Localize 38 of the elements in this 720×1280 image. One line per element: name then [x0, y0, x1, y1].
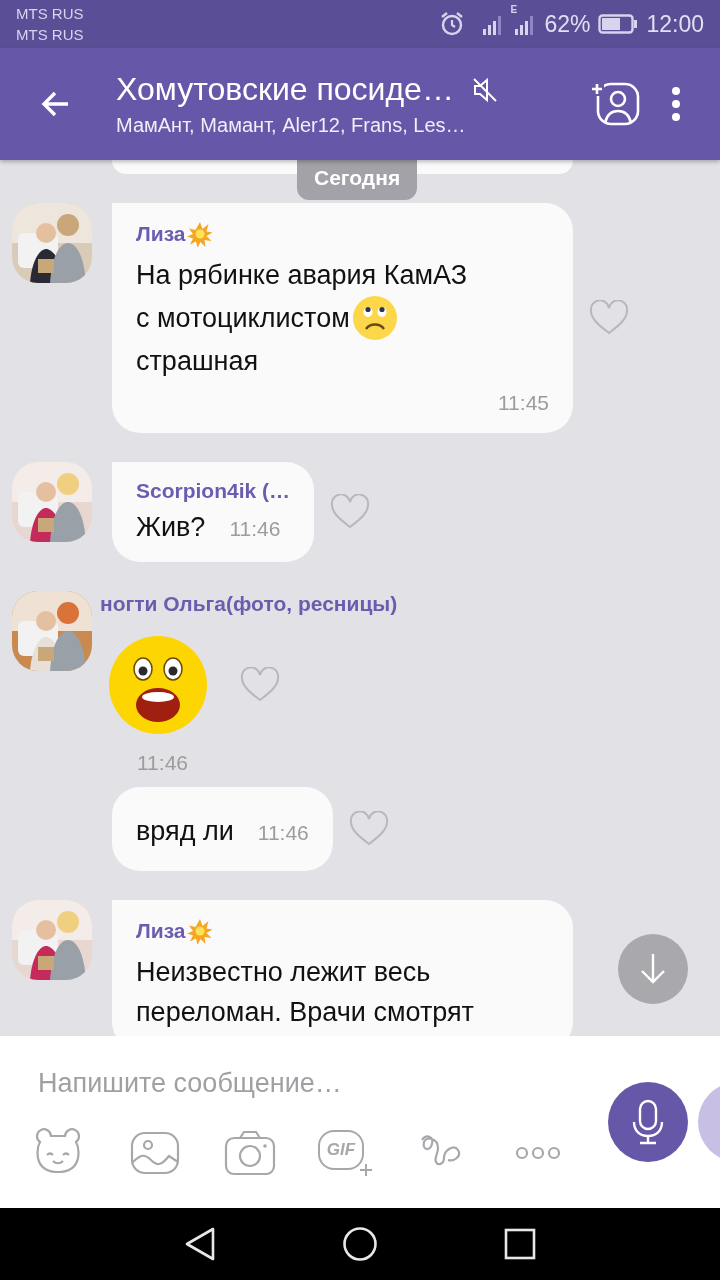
more-icon[interactable]: [515, 1146, 561, 1160]
battery-icon: [598, 13, 639, 35]
carrier-name: MTS RUS: [16, 4, 84, 24]
sender-name: Scorpion4ik (…: [136, 479, 291, 503]
microphone-icon[interactable]: [630, 1098, 666, 1146]
message-text: переломан. Врачи смотрят: [136, 996, 474, 1029]
more-options-button[interactable]: [670, 86, 682, 122]
add-participant-button[interactable]: [590, 80, 642, 128]
message-text: Жив?: [136, 511, 206, 544]
message-text: вряд ли: [136, 815, 234, 848]
recent-apps-button[interactable]: [502, 1226, 538, 1262]
chat-title: Хомутовские посиде…: [116, 71, 454, 108]
home-button[interactable]: [342, 1226, 378, 1262]
carrier-name: MTS RUS: [16, 25, 84, 45]
message-time: 11:46: [137, 751, 189, 775]
message-text: с мотоциклистом: [136, 302, 350, 335]
sender-name: Лиза: [136, 222, 186, 246]
heart-icon[interactable]: [589, 300, 629, 336]
network-type: E: [510, 4, 518, 15]
down-arrow-icon[interactable]: [638, 952, 668, 986]
message-time: 11:46: [229, 517, 281, 541]
message-time: 11:45: [498, 391, 549, 415]
sender-name: ногти Ольга(фото, ресницы): [100, 592, 398, 616]
heart-icon[interactable]: [330, 494, 371, 530]
date-label: Сегодня: [297, 160, 418, 200]
heart-icon[interactable]: [348, 811, 389, 847]
battery-percent: 62%: [544, 10, 591, 38]
chat-members: МамАнт, Мамант, Aler12, Frans, Les…: [116, 114, 467, 137]
heart-icon[interactable]: [240, 667, 280, 703]
message-text: Неизвестно лежит весь: [136, 956, 431, 989]
sender-name: Лиза: [136, 919, 186, 943]
camera-button[interactable]: [222, 1128, 278, 1178]
message-time: 11:46: [257, 821, 309, 845]
message-input[interactable]: Напишите сообщение…: [30, 1062, 526, 1104]
shocked-face-icon: [108, 635, 208, 735]
message-text: страшная: [136, 345, 259, 378]
message-text: На рябинке авария КамАЗ: [136, 259, 468, 292]
clock-time: 12:00: [646, 10, 704, 38]
